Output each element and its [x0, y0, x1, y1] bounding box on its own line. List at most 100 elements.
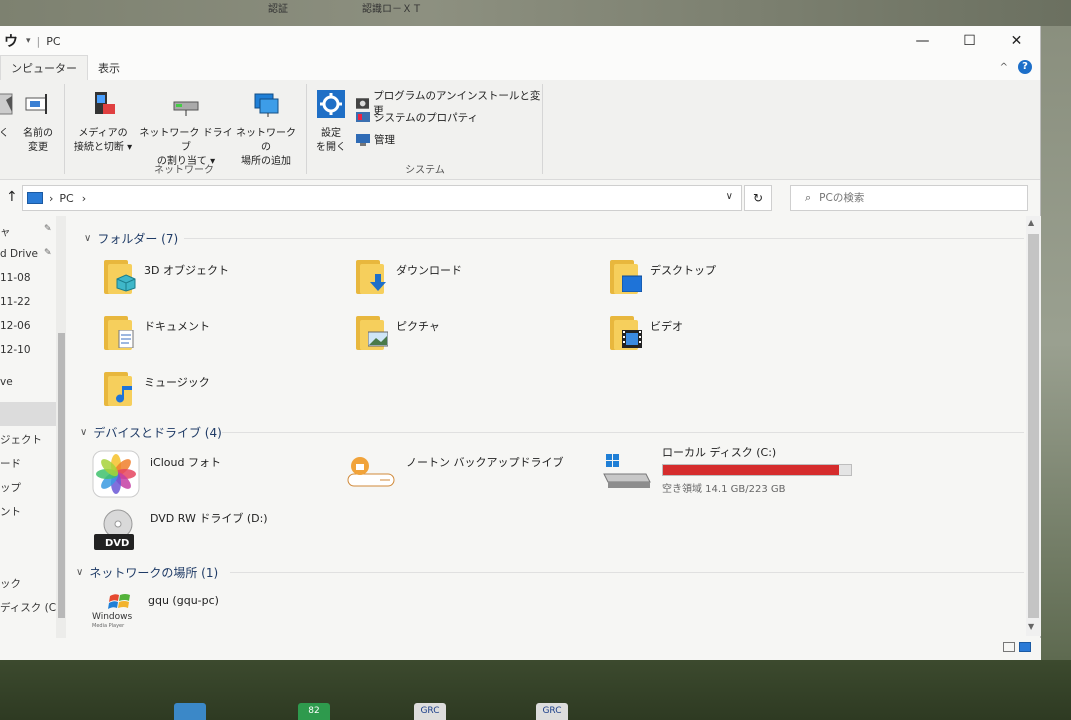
search-icon: ⌕: [805, 191, 812, 204]
group-network-header[interactable]: ∨ ネットワークの場所 (1): [76, 564, 218, 581]
nav-item[interactable]: ve: [0, 376, 13, 388]
help-icon[interactable]: ?: [1018, 60, 1032, 74]
taskbar-icon[interactable]: GRC: [414, 703, 446, 720]
folder-pictures[interactable]: ピクチャ: [356, 314, 440, 350]
nav-scrollbar-thumb[interactable]: [58, 333, 65, 618]
folder-desktop[interactable]: デスクトップ: [610, 258, 716, 294]
folder-documents[interactable]: ドキュメント: [104, 314, 210, 350]
address-bar-row: ↑ › PC › ∨ ↻ ⌕: [0, 180, 1040, 216]
local-disk-info: ローカル ディスク (C:) 空き領域 14.1 GB/223 GB: [662, 444, 852, 495]
content-scrollbar-thumb[interactable]: [1028, 234, 1039, 618]
nav-item[interactable]: ント: [0, 504, 21, 519]
nav-item[interactable]: ジェクト: [0, 432, 42, 447]
up-arrow-icon[interactable]: ↑: [6, 189, 18, 205]
ribbon-separator: [306, 84, 307, 174]
refresh-button[interactable]: ↻: [744, 185, 772, 211]
search-input[interactable]: [819, 192, 1010, 204]
window-title: PC: [46, 34, 61, 48]
title-separator: |: [36, 34, 41, 48]
window-controls: — ☐ ✕: [899, 26, 1040, 56]
folder-downloads[interactable]: ダウンロード: [356, 258, 462, 294]
large-icons-view-icon[interactable]: [1019, 642, 1031, 652]
group-folders-header[interactable]: ∨ フォルダー (7): [84, 230, 178, 247]
rename-button[interactable]: 名前の 変更: [16, 90, 60, 155]
details-view-icon[interactable]: [1003, 642, 1015, 652]
network-group: メディアの 接続と切断 ▾ ネットワーク ドライブ の割り当て ▾ ネットワーク…: [66, 80, 302, 180]
scroll-up-arrow-icon[interactable]: ▲: [1028, 218, 1034, 227]
disk-usage-fill: [663, 465, 840, 475]
open-settings-button[interactable]: 設定 を開く: [312, 90, 350, 155]
search-box[interactable]: ⌕: [790, 185, 1028, 211]
desktop-background-right: [1041, 26, 1071, 660]
network-item-gqu[interactable]: Windows Media Player gqu (gqu-pc): [92, 590, 219, 634]
address-dropdown-icon[interactable]: ∨: [726, 191, 733, 202]
ribbon-help-area: ^ ?: [1000, 60, 1032, 74]
folder-3d-icon: [104, 258, 136, 294]
rename-icon: [25, 94, 47, 114]
tab-computer[interactable]: ンピューター: [0, 55, 88, 80]
nav-item[interactable]: 12-06: [0, 320, 31, 332]
computer-management-icon: [356, 133, 370, 146]
nav-item[interactable]: ャ: [0, 224, 11, 239]
group-devices-header[interactable]: ∨ デバイスとドライブ (4): [80, 424, 222, 441]
download-folder-icon: [356, 258, 386, 294]
breadcrumb-pc[interactable]: PC: [59, 192, 73, 205]
device-local-disk-c[interactable]: ローカル ディスク (C:) 空き領域 14.1 GB/223 GB: [602, 444, 852, 495]
nav-item[interactable]: 12-10: [0, 344, 31, 356]
device-icloud-photos[interactable]: iCloud フォト: [92, 450, 221, 498]
navigation-pane: ャ ✎ d Drive ✎ 11-08 11-22 12-06 12-10 ve…: [0, 216, 66, 660]
system-group-label: システム: [405, 165, 445, 176]
network-drive-icon: [173, 101, 199, 116]
breadcrumb-separator[interactable]: ›: [49, 192, 53, 205]
map-network-drive-button[interactable]: ネットワーク ドライブ の割り当て ▾: [138, 90, 234, 169]
media-connect-button[interactable]: メディアの 接続と切断 ▾: [70, 90, 136, 155]
nav-item[interactable]: 11-22: [0, 296, 31, 308]
properties-button[interactable]: く: [0, 90, 14, 141]
nav-selected-highlight: [0, 402, 56, 426]
group-divider: [184, 238, 1024, 239]
minimize-button[interactable]: —: [899, 26, 946, 56]
maximize-button[interactable]: ☐: [946, 26, 993, 56]
chevron-down-icon: ∨: [80, 427, 88, 438]
disk-free-space: 空き領域 14.1 GB/223 GB: [662, 484, 786, 495]
add-network-location-button[interactable]: ネットワークの 場所の追加: [234, 90, 298, 169]
norton-backup-drive-icon: [347, 457, 395, 487]
chevron-down-icon: ∨: [84, 233, 92, 244]
tab-view[interactable]: 表示: [88, 56, 130, 80]
system-properties-button[interactable]: システムのプロパティ: [356, 110, 478, 125]
taskbar-icon[interactable]: 82: [298, 703, 330, 720]
breadcrumb-separator[interactable]: ›: [82, 192, 86, 205]
chevron-down-icon: ∨: [76, 567, 84, 578]
ribbon-separator: [64, 84, 65, 174]
nav-item[interactable]: ップ: [0, 480, 21, 495]
quick-access-dropdown-icon[interactable]: ▾: [26, 36, 31, 46]
pin-icon: ✎: [44, 248, 52, 258]
close-button[interactable]: ✕: [993, 26, 1040, 56]
scroll-down-arrow-icon[interactable]: ▼: [1028, 622, 1034, 631]
media-device-icon: [95, 92, 115, 114]
device-norton-backup[interactable]: ノートン バックアップドライブ: [346, 450, 564, 498]
nav-item[interactable]: ディスク (C: [0, 600, 56, 615]
nav-item[interactable]: 11-08: [0, 272, 31, 284]
collapse-ribbon-icon[interactable]: ^: [1000, 62, 1008, 73]
document-folder-icon: [104, 314, 134, 350]
taskbar-icon[interactable]: [174, 703, 206, 720]
nav-item[interactable]: d Drive: [0, 248, 38, 260]
system-group: 設定 を開く プログラムのアンインストールと変更 システムのプロパティ 管理 シ…: [308, 80, 542, 180]
nav-item[interactable]: ック: [0, 576, 21, 591]
undo-icon[interactable]: ウ: [4, 31, 18, 51]
ribbon: く 名前の 変更 メディアの 接続と切断 ▾ ネットワーク ドライブ の割り当て…: [0, 80, 1040, 180]
folder-3d-objects[interactable]: 3D オブジェクト: [104, 258, 229, 294]
folder-videos[interactable]: ビデオ: [610, 314, 683, 350]
nav-item[interactable]: ード: [0, 456, 21, 471]
desktop-background-top: 認証 認識ロ－ＸＴ: [0, 0, 1071, 26]
content-scrollbar[interactable]: ▲ ▼: [1026, 216, 1041, 636]
manage-button[interactable]: 管理: [356, 132, 395, 147]
device-dvd-drive[interactable]: DVD DVD RW ドライブ (D:): [92, 506, 268, 554]
address-field[interactable]: › PC › ∨: [22, 185, 742, 211]
network-group-label: ネットワーク: [154, 165, 214, 176]
uninstall-icon: [356, 98, 370, 109]
taskbar-icon[interactable]: GRC: [536, 703, 568, 720]
folder-music[interactable]: ミュージック: [104, 370, 210, 406]
music-folder-icon: [104, 370, 134, 406]
